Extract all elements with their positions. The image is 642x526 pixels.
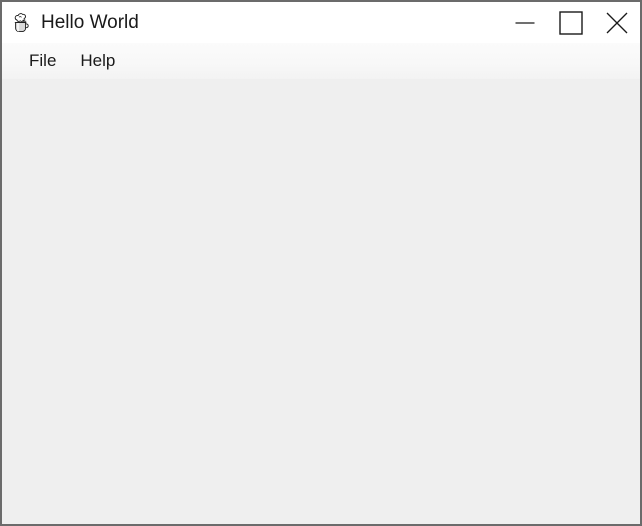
minimize-icon — [515, 16, 535, 30]
menu-bar: File Help — [2, 43, 640, 79]
window-controls — [502, 2, 640, 43]
java-coffee-cup-icon — [11, 12, 33, 34]
content-area — [2, 79, 640, 524]
window-title: Hello World — [41, 12, 139, 33]
menu-item-help[interactable]: Help — [70, 50, 125, 72]
title-bar-left: Hello World — [2, 2, 139, 43]
application-window: Hello World File Help — [0, 0, 642, 526]
maximize-button[interactable] — [548, 2, 594, 43]
minimize-button[interactable] — [502, 2, 548, 43]
close-icon — [606, 12, 628, 34]
title-bar: Hello World — [2, 2, 640, 43]
close-button[interactable] — [594, 2, 640, 43]
maximize-icon — [559, 10, 583, 35]
menu-item-file[interactable]: File — [19, 50, 66, 72]
